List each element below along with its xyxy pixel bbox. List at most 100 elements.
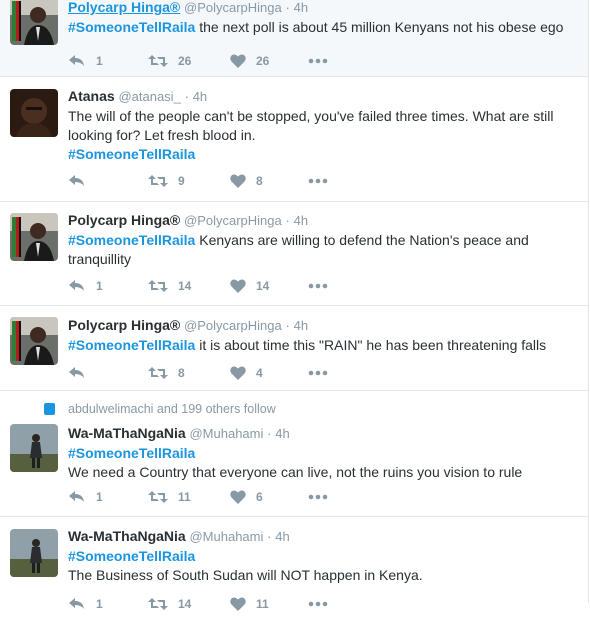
author-name[interactable]: Polycarp Hinga® (68, 317, 180, 333)
tweet-timestamp[interactable]: 4h (275, 529, 289, 544)
avatar-polycarp[interactable] (10, 0, 58, 45)
reply-count: 1 (96, 597, 103, 611)
tweet-body: The will of the people can't be stopped,… (68, 108, 554, 143)
tweet-timestamp[interactable]: 4h (294, 318, 308, 333)
avatar-image (10, 424, 58, 472)
author-handle[interactable]: @PolycarpHinga (184, 213, 282, 228)
retweet-icon (148, 280, 168, 292)
author-handle[interactable]: @atanasi_ (118, 89, 180, 104)
heart-icon (230, 366, 246, 380)
reply-count: 1 (96, 279, 103, 293)
like-count: 8 (256, 174, 263, 188)
tweet-text: #SomeoneTellRaila Kenyans are willing to… (68, 231, 578, 269)
tweet[interactable]: Wa-MaThaNgaNia @Muhahami · 4h #SomeoneTe… (0, 517, 588, 617)
tweet-actions: 8 4 (68, 364, 368, 382)
tweet[interactable]: Atanas @atanasi_ · 4h The will of the pe… (0, 77, 588, 202)
tweet-actions: 1 14 14 (68, 277, 368, 295)
retweet-icon (148, 367, 168, 379)
retweet-button[interactable]: 8 (148, 364, 185, 382)
author-name[interactable]: Atanas (68, 88, 115, 104)
social-context[interactable]: abdulwelimachi and 199 others follow (68, 402, 276, 416)
author-handle[interactable]: @Muhahami (189, 529, 263, 544)
reply-button[interactable]: 1 (68, 488, 103, 506)
avatar-wamathanganaia[interactable] (10, 424, 58, 472)
heart-icon (230, 597, 246, 611)
more-button[interactable] (308, 488, 328, 506)
like-button[interactable]: 26 (230, 52, 269, 70)
tweet-header: Wa-MaThaNgaNia @Muhahami · 4h (68, 527, 578, 546)
retweet-button[interactable]: 9 (148, 172, 185, 190)
retweet-button[interactable]: 26 (148, 52, 191, 70)
author-handle[interactable]: @PolycarpHinga (184, 0, 282, 15)
tweet-actions: 9 8 (68, 172, 368, 190)
avatar-polycarp[interactable] (10, 213, 58, 261)
hashtag-link[interactable]: #SomeoneTellRaila (68, 548, 195, 564)
more-button[interactable] (308, 277, 328, 295)
author-name[interactable]: Polycarp Hinga® (68, 212, 180, 228)
retweet-count: 9 (178, 174, 185, 188)
avatar-polycarp[interactable] (10, 317, 58, 365)
reply-icon (69, 598, 84, 609)
reply-button[interactable]: 1 (68, 52, 103, 70)
more-icon (308, 283, 328, 289)
tweet[interactable]: Polycarp Hinga® @PolycarpHinga · 4h #Som… (0, 202, 588, 306)
retweet-button[interactable]: 14 (148, 277, 191, 295)
hashtag-link[interactable]: #SomeoneTellRaila (68, 19, 195, 35)
more-button[interactable] (308, 172, 328, 190)
reply-count: 1 (96, 54, 103, 68)
tweet-timestamp[interactable]: 4h (193, 89, 207, 104)
retweet-count: 14 (178, 279, 192, 293)
reply-button[interactable] (68, 172, 96, 190)
avatar-wamathanganaia[interactable] (10, 529, 58, 577)
tweet-text: The will of the people can't be stopped,… (68, 107, 578, 164)
like-button[interactable]: 4 (230, 364, 263, 382)
tweet-timestamp[interactable]: 4h (275, 426, 289, 441)
author-handle[interactable]: @Muhahami (189, 426, 263, 441)
like-button[interactable]: 11 (230, 595, 269, 613)
tweet-header: Polycarp Hinga® @PolycarpHinga · 4h (68, 211, 578, 230)
tweet[interactable]: Polycarp Hinga® @PolycarpHinga · 4h #Som… (0, 306, 588, 391)
heart-icon (230, 490, 246, 504)
more-icon (308, 370, 328, 376)
tweet-body: We need a Country that everyone can live… (68, 464, 523, 480)
tweet[interactable]: abdulwelimachi and 199 others follow Wa-… (0, 391, 588, 517)
author-name[interactable]: Wa-MaThaNgaNia (68, 425, 186, 441)
tweet-header: Wa-MaThaNgaNia @Muhahami · 4h (68, 424, 578, 443)
hashtag-link[interactable]: #SomeoneTellRaila (68, 232, 195, 248)
tweet-timestamp[interactable]: 4h (294, 0, 308, 15)
hashtag-link[interactable]: #SomeoneTellRaila (68, 337, 195, 353)
hashtag-link[interactable]: #SomeoneTellRaila (68, 146, 195, 162)
like-button[interactable]: 14 (230, 277, 269, 295)
avatar-image (10, 317, 58, 365)
retweet-button[interactable]: 11 (148, 488, 191, 506)
retweet-count: 26 (178, 54, 192, 68)
more-button[interactable] (308, 52, 328, 70)
author-name[interactable]: Polycarp Hinga® (68, 0, 180, 15)
like-count: 4 (256, 366, 263, 380)
like-button[interactable]: 6 (230, 488, 263, 506)
tweet-header: Atanas @atanasi_ · 4h (68, 87, 578, 106)
more-button[interactable] (308, 364, 328, 382)
separator-dot: · (285, 318, 290, 333)
more-icon (308, 178, 328, 184)
more-icon (308, 494, 328, 500)
separator-dot: · (267, 529, 272, 544)
author-name[interactable]: Wa-MaThaNgaNia (68, 528, 186, 544)
tweet-header: Polycarp Hinga® @PolycarpHinga · 4h (68, 0, 578, 17)
tweet-header: Polycarp Hinga® @PolycarpHinga · 4h (68, 316, 578, 335)
reply-button[interactable] (68, 364, 96, 382)
reply-button[interactable]: 1 (68, 595, 103, 613)
reply-icon (69, 491, 84, 502)
like-button[interactable]: 8 (230, 172, 263, 190)
avatar-image (10, 89, 58, 137)
avatar-atanas[interactable] (10, 89, 58, 137)
hashtag-link[interactable]: #SomeoneTellRaila (68, 445, 195, 461)
reply-button[interactable]: 1 (68, 277, 103, 295)
tweet-timestamp[interactable]: 4h (294, 213, 308, 228)
reply-count: 1 (96, 490, 103, 504)
tweet[interactable]: Polycarp Hinga® @PolycarpHinga · 4h #Som… (0, 0, 588, 77)
retweet-button[interactable]: 14 (148, 595, 191, 613)
more-button[interactable] (308, 595, 328, 613)
tweet-body: it is about time this "RAIN" he has been… (195, 337, 547, 353)
author-handle[interactable]: @PolycarpHinga (184, 318, 282, 333)
